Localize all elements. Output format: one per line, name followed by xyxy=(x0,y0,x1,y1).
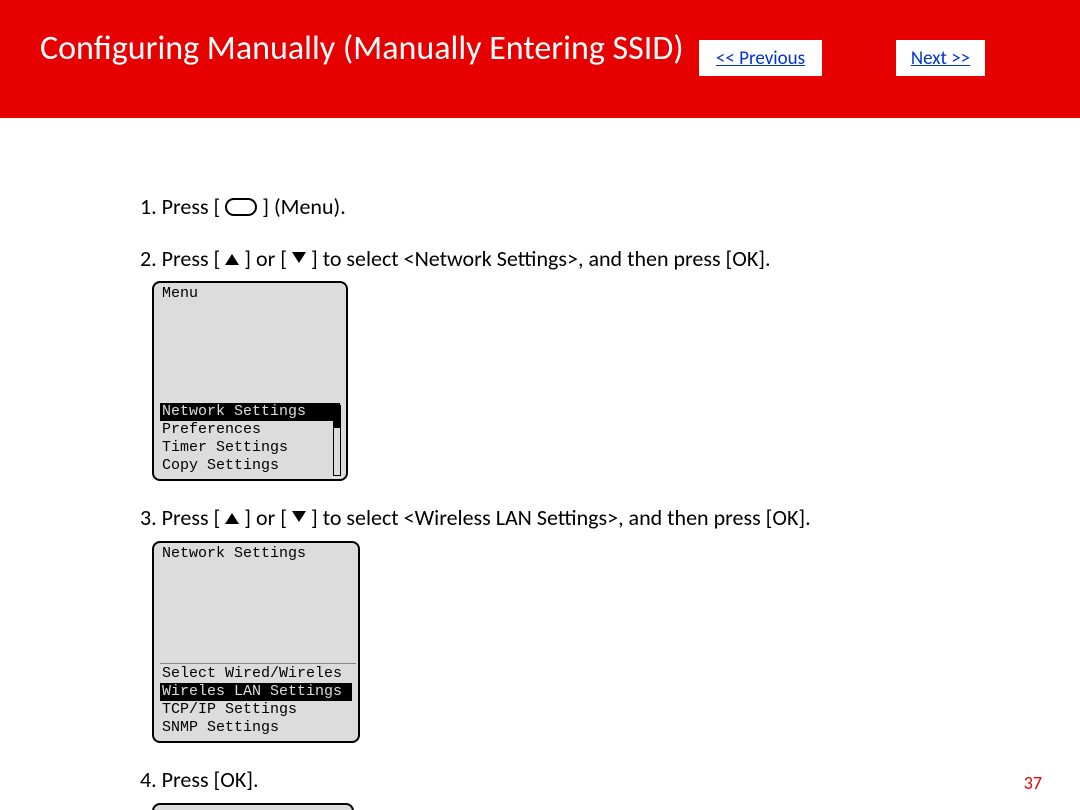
down-arrow-icon xyxy=(292,252,306,263)
step-3: 3. Press [ ] or [ ] to select <Wireless … xyxy=(140,503,1080,743)
step-4-text: 4. Press [OK]. xyxy=(140,766,259,793)
up-arrow-icon xyxy=(225,513,239,524)
lcd-item: Preferences xyxy=(160,421,340,439)
step-3-text-mid: ] or [ xyxy=(244,504,287,531)
step-3-text-pre: 3. Press [ xyxy=(140,504,220,531)
lcd-item-selected: Network Settings xyxy=(160,403,340,421)
menu-icon xyxy=(225,198,257,216)
step-3-text-post: ] to select <Wireless LAN Settings>, and… xyxy=(311,504,811,531)
step-4: 4. Press [OK]. See Wireless LAN Setting … xyxy=(140,765,1080,810)
lcd-item: TCP/IP Settings xyxy=(160,701,352,719)
page-title: Configuring Manually (Manually Entering … xyxy=(40,28,684,69)
lcd-title: Network Settings xyxy=(160,545,356,664)
up-arrow-icon xyxy=(225,254,239,265)
lcd-screen-menu: Menu Network Settings Preferences Timer … xyxy=(152,281,348,481)
step-1-text-pre: 1. Press [ xyxy=(140,193,220,220)
down-arrow-icon xyxy=(292,511,306,522)
step-2-text-pre: 2. Press [ xyxy=(140,245,220,272)
lcd-item-selected: Wireles LAN Settings xyxy=(160,683,352,701)
lcd-screen-message: See Wireless LAN Setting Guide to perfor… xyxy=(152,803,354,810)
lcd-screen-network: Network Settings Select Wired/Wireles Wi… xyxy=(152,541,360,743)
step-2-text-mid: ] or [ xyxy=(244,245,287,272)
content-area: 1. Press [ ] (Menu). 2. Press [ ] or [ ]… xyxy=(0,118,1080,810)
header-bar: Configuring Manually (Manually Entering … xyxy=(0,0,1080,118)
step-1-text-post: ] (Menu). xyxy=(262,193,346,220)
lcd-item: Select Wired/Wireles xyxy=(160,665,352,683)
lcd-item: Copy Settings xyxy=(160,457,340,475)
lcd-item: Timer Settings xyxy=(160,439,340,457)
lcd-title: Menu xyxy=(160,285,344,403)
lcd-scrollbar xyxy=(333,405,341,476)
step-1: 1. Press [ ] (Menu). xyxy=(140,192,1080,222)
previous-button[interactable]: << Previous xyxy=(699,40,822,76)
page-number: 37 xyxy=(1024,772,1042,794)
next-button[interactable]: Next >> xyxy=(896,40,985,76)
step-2: 2. Press [ ] or [ ] to select <Network S… xyxy=(140,244,1080,482)
step-2-text-post: ] to select <Network Settings>, and then… xyxy=(311,245,771,272)
lcd-item: SNMP Settings xyxy=(160,719,352,737)
